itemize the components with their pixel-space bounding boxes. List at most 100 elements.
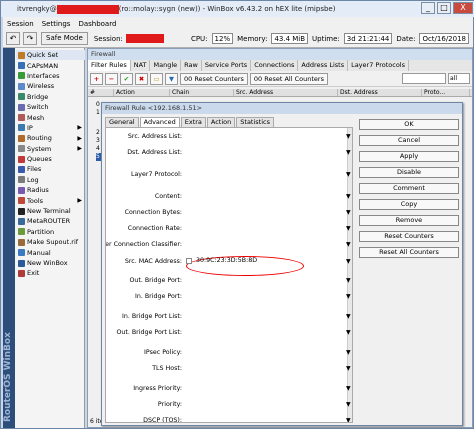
ok-button[interactable]: OK [359, 119, 459, 130]
sidebar-item-queues[interactable]: Queues [16, 154, 85, 164]
metarouter-icon [18, 217, 25, 225]
tab-raw[interactable]: Raw [181, 60, 202, 71]
chevron-down-icon[interactable]: ▼ [346, 170, 351, 179]
sidebar-item-new-winbox[interactable]: New WinBox [16, 258, 85, 268]
field-label: Content: [154, 193, 182, 200]
tab-connections[interactable]: Connections [251, 60, 299, 71]
sidebar-item-mesh[interactable]: Mesh [16, 112, 85, 122]
tab-filter-rules[interactable]: Filter Rules [88, 60, 131, 71]
sidebar-item-log[interactable]: Log [16, 175, 85, 185]
chevron-down-icon[interactable]: ▼ [346, 257, 351, 266]
sidebar-item-exit[interactable]: Exit [16, 268, 85, 278]
sidebar-item-interfaces[interactable]: Interfaces [16, 71, 85, 81]
menu-session[interactable]: Session [7, 20, 34, 28]
sidebar-item-switch[interactable]: Switch [16, 102, 85, 112]
col-dst-address[interactable]: Dst. Address [338, 89, 422, 96]
sidebar-item-new-terminal[interactable]: New Terminal [16, 206, 85, 216]
tab-action[interactable]: Action [206, 117, 236, 127]
enable-icon[interactable]: ✔ [120, 72, 133, 85]
sidebar-item-routing[interactable]: Routing ▶ [16, 133, 85, 143]
redacted-session [125, 34, 164, 43]
sidebar-item-quick-set[interactable]: Quick Set [16, 50, 85, 61]
tab-advanced[interactable]: Advanced [139, 117, 180, 127]
sidebar-item-manual[interactable]: Manual [16, 247, 85, 257]
chevron-down-icon[interactable]: ▼ [346, 400, 351, 409]
reset-counters-button[interactable]: 00 Reset Counters [180, 72, 248, 85]
chevron-down-icon[interactable]: ▼ [346, 224, 351, 233]
chevron-down-icon[interactable]: ▼ [346, 364, 351, 373]
col-number[interactable]: # [88, 89, 114, 96]
tab-service-ports[interactable]: Service Ports [202, 60, 252, 71]
reset-all-counters-button[interactable]: 00 Reset All Counters [249, 72, 328, 85]
undo-icon[interactable]: ↶ [6, 32, 20, 45]
chevron-down-icon[interactable]: ▼ [346, 292, 351, 301]
chevron-down-icon[interactable]: ▼ [346, 384, 351, 393]
chevron-down-icon[interactable]: ▼ [346, 312, 351, 321]
copy-button[interactable]: Copy [359, 199, 459, 210]
maximize-button[interactable]: □ [437, 2, 451, 14]
comment-icon[interactable]: ▭ [150, 72, 163, 85]
tab-layer7-protocols[interactable]: Layer7 Protocols [348, 60, 409, 71]
col-proto[interactable]: Proto... [422, 89, 470, 96]
sidebar-item-ip[interactable]: IP ▶ [16, 123, 85, 133]
chevron-down-icon[interactable]: ▼ [346, 240, 351, 249]
col-chain[interactable]: Chain [170, 89, 234, 96]
tab-mangle[interactable]: Mangle [150, 60, 182, 71]
sidebar-item-partition[interactable]: Partition [16, 227, 85, 237]
form-row: IPsec Policy: ▼ [106, 348, 352, 357]
sidebar-item-tools[interactable]: Tools ▶ [16, 195, 85, 205]
close-button[interactable]: X [453, 2, 473, 14]
queues-icon [18, 155, 25, 163]
field-label: Ingress Priority: [133, 385, 182, 392]
comment-button[interactable]: Comment [359, 183, 459, 194]
tab-nat[interactable]: NAT [131, 60, 151, 71]
add-icon[interactable]: + [90, 72, 103, 85]
sidebar-item-bridge[interactable]: Bridge [16, 92, 85, 102]
tab-address-lists[interactable]: Address Lists [298, 60, 349, 71]
sidebar-item-make-supout-rif[interactable]: Make Supout.rif [16, 237, 85, 247]
menu-settings[interactable]: Settings [42, 20, 71, 28]
chevron-down-icon[interactable]: ▼ [346, 208, 351, 217]
find-input[interactable] [402, 73, 446, 84]
sidebar-item-metarouter[interactable]: MetaROUTER [16, 216, 85, 226]
chevron-down-icon[interactable]: ▼ [346, 416, 351, 422]
sidebar-item-capsman[interactable]: CAPsMAN [16, 60, 85, 70]
menu-dashboard[interactable]: Dashboard [78, 20, 116, 28]
chevron-down-icon[interactable]: ▼ [346, 328, 351, 337]
form-row: Priority: ▼ [106, 400, 352, 409]
sidebar-item-wireless[interactable]: Wireless [16, 81, 85, 91]
tab-general[interactable]: General [105, 117, 139, 127]
chevron-down-icon[interactable]: ▼ [346, 132, 351, 141]
chevron-down-icon[interactable]: ▼ [346, 276, 351, 285]
tab-statistics[interactable]: Statistics [236, 117, 274, 127]
reset-counters-button[interactable]: Reset Counters [359, 231, 459, 242]
sidebar-item-system[interactable]: System ▶ [16, 144, 85, 154]
remove-button[interactable]: Remove [359, 215, 459, 226]
col-src-address[interactable]: Src. Address [234, 89, 338, 96]
sidebar-item-label: Mesh [27, 113, 45, 122]
apply-button[interactable]: Apply [359, 151, 459, 162]
filter-select[interactable]: all [448, 73, 470, 84]
form-row: In. Bridge Port: ▼ [106, 292, 352, 301]
disable-button[interactable]: Disable [359, 167, 459, 178]
reset-all-counters-button[interactable]: Reset All Counters [359, 247, 459, 258]
negate-checkbox[interactable] [186, 258, 192, 264]
redo-icon[interactable]: ↷ [23, 32, 37, 45]
rules-table-header: # Action Chain Src. Address Dst. Address… [88, 89, 472, 97]
src-mac-address-value[interactable]: 30:9C:23:3D:5B:8D [196, 257, 257, 265]
sidebar-item-radius[interactable]: Radius [16, 185, 85, 195]
sidebar-item-label: Exit [27, 269, 40, 278]
col-action[interactable]: Action [114, 89, 170, 96]
chevron-down-icon[interactable]: ▼ [346, 192, 351, 201]
chevron-down-icon[interactable]: ▼ [346, 348, 351, 357]
safe-mode-button[interactable]: Safe Mode [41, 32, 88, 45]
disable-icon[interactable]: ✖ [135, 72, 148, 85]
sidebar-item-files[interactable]: Files [16, 164, 85, 174]
tab-extra[interactable]: Extra [180, 117, 206, 127]
minimize-button[interactable]: _ [421, 2, 435, 14]
filter-icon[interactable]: ▼ [165, 72, 178, 85]
chevron-down-icon[interactable]: ▼ [346, 148, 351, 157]
remove-icon[interactable]: − [105, 72, 118, 85]
cancel-button[interactable]: Cancel [359, 135, 459, 146]
sidebar-item-label: Radius [27, 186, 49, 195]
